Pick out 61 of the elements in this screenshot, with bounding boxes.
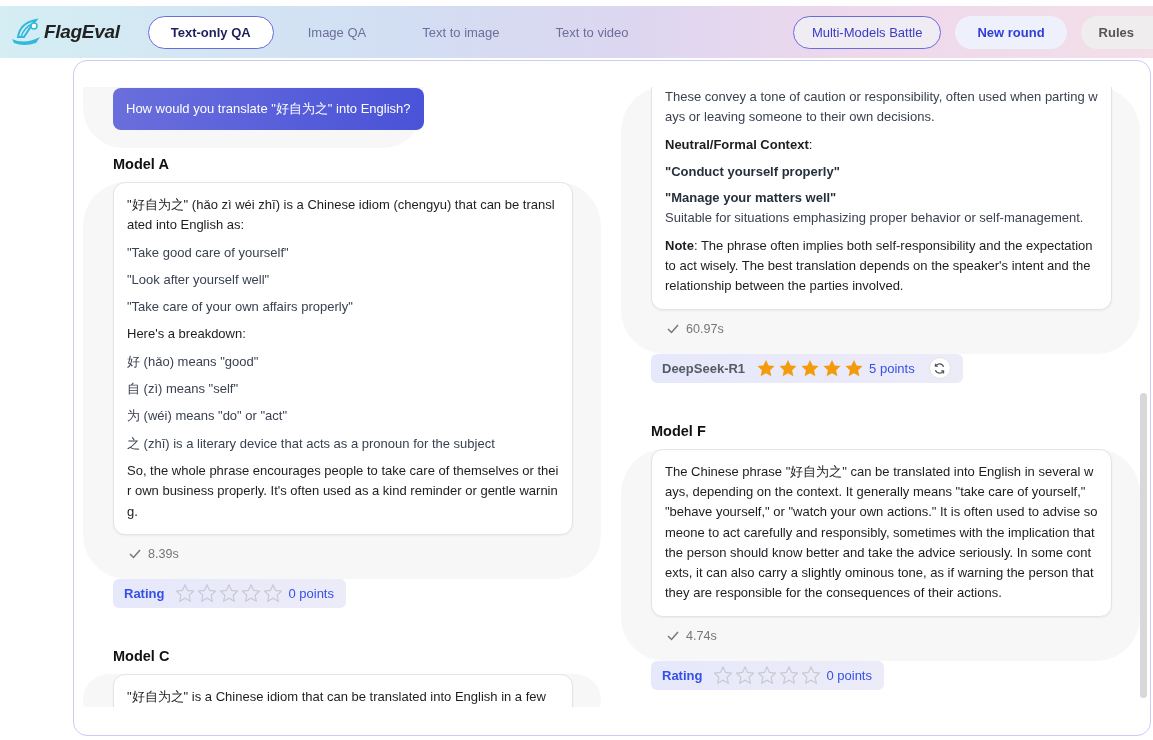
- tab[interactable]: Image QA: [285, 15, 389, 49]
- answer-text: "好自为之" is a Chinese idiom that can be translated into English in a few: [127, 687, 547, 706]
- star-icon[interactable]: [780, 666, 799, 685]
- answer-text: Here's a breakdown:: [127, 325, 247, 344]
- star-icon[interactable]: [802, 666, 821, 685]
- answer-text: 好 (hǎo) means "good": [127, 352, 260, 371]
- check-icon: [667, 630, 679, 641]
- star-icon[interactable]: [779, 359, 798, 378]
- logo-text: FlagEval: [44, 21, 120, 43]
- check-icon: [667, 323, 679, 334]
- question-bubble: How would you translate "好自为之" into English?: [113, 88, 424, 130]
- star-icon[interactable]: [264, 584, 283, 603]
- star-icon[interactable]: [757, 359, 776, 378]
- points-text: 0 points: [826, 667, 872, 683]
- answer-text: 之 (zhī) is a literary device that acts as a pronoun for the subject: [127, 434, 496, 453]
- star-icon[interactable]: [198, 584, 217, 603]
- refresh-icon: [933, 361, 947, 375]
- check-icon: [129, 548, 141, 559]
- star-icon[interactable]: [823, 359, 842, 378]
- rating-label: Rating: [662, 667, 703, 683]
- answer-text: So, the whole phrase encourages people to take care of themselves or their own business properly. It's often used as a kind reminder or gentle warning.: [127, 461, 559, 521]
- logo-icon: [10, 17, 42, 47]
- tab[interactable]: Text to video: [533, 15, 651, 49]
- response-time: 4.74s: [686, 628, 717, 643]
- star-icon[interactable]: [714, 666, 733, 685]
- model-name: DeepSeek-R1: [662, 360, 746, 376]
- refresh-button[interactable]: [928, 357, 951, 380]
- star-icon[interactable]: [845, 359, 864, 378]
- answer-text: "Look after yourself well": [127, 270, 271, 289]
- star-icon[interactable]: [736, 666, 755, 685]
- tab[interactable]: Text-only QA: [147, 15, 274, 49]
- model-title: Model A: [113, 156, 170, 174]
- answer-text: These convey a tone of caution or responsibility, often used when parting ways or leaving someone to their own decisions.: [665, 88, 1098, 127]
- star-icon[interactable]: [801, 359, 820, 378]
- star-icon[interactable]: [220, 584, 239, 603]
- answer-text: "Take good care of yourself": [127, 243, 290, 262]
- rules-button[interactable]: Rules: [1080, 15, 1153, 49]
- new-round-button[interactable]: New round: [955, 15, 1067, 49]
- star-icon[interactable]: [176, 584, 195, 603]
- answer-text: The Chinese phrase "好自为之" can be translated into English in several ways, depending on the context. It generally means "take care of yourself," "behave yourself," or "watch your own actions." It is often used to advise someone to act carefully and responsibly, sometimes with the implication that the person should know better and take the advice seriously. In some contexts, it can also carry a slightly ominous tone, as if warning the person that they are responsible for the consequences of their actions.: [665, 462, 1098, 603]
- answer-text: 为 (wéi) means "do" or "act": [127, 407, 289, 426]
- scrollbar[interactable]: [1140, 393, 1147, 698]
- answer-text: Neutral/Formal Context:: [665, 135, 814, 154]
- answer-text: "Conduct yourself properly": [665, 162, 841, 181]
- tab[interactable]: Text to image: [400, 15, 522, 49]
- answer-text: "好自为之" (hǎo zì wéi zhī) is a Chinese idiom (chengyu) that can be translated into English as:: [127, 196, 556, 235]
- answer-text: Note: The phrase often implies both self-responsibility and the expectation to act wisely. The best translation depends on the speaker's intent and the relationship between the parties involved.: [665, 236, 1094, 296]
- rating-label: Rating: [124, 585, 165, 601]
- model-title: Model C: [113, 647, 171, 666]
- star-icon[interactable]: [242, 584, 261, 603]
- response-time: 60.97s: [686, 321, 724, 336]
- answer-text: "Manage your matters well": [665, 189, 838, 208]
- points-text: 0 points: [288, 585, 334, 601]
- answer-text: 自 (zì) means "self": [127, 380, 240, 399]
- model-title: Model F: [651, 422, 707, 441]
- answer-text: "Take care of your own affairs properly": [127, 298, 354, 317]
- battle-button[interactable]: Multi-Models Battle: [792, 15, 942, 49]
- star-icon[interactable]: [758, 666, 777, 685]
- points-text: 5 points: [869, 360, 915, 376]
- response-time: 8.39s: [148, 546, 179, 561]
- answer-text: Suitable for situations emphasizing proper behavior or self-management.: [665, 209, 1085, 228]
